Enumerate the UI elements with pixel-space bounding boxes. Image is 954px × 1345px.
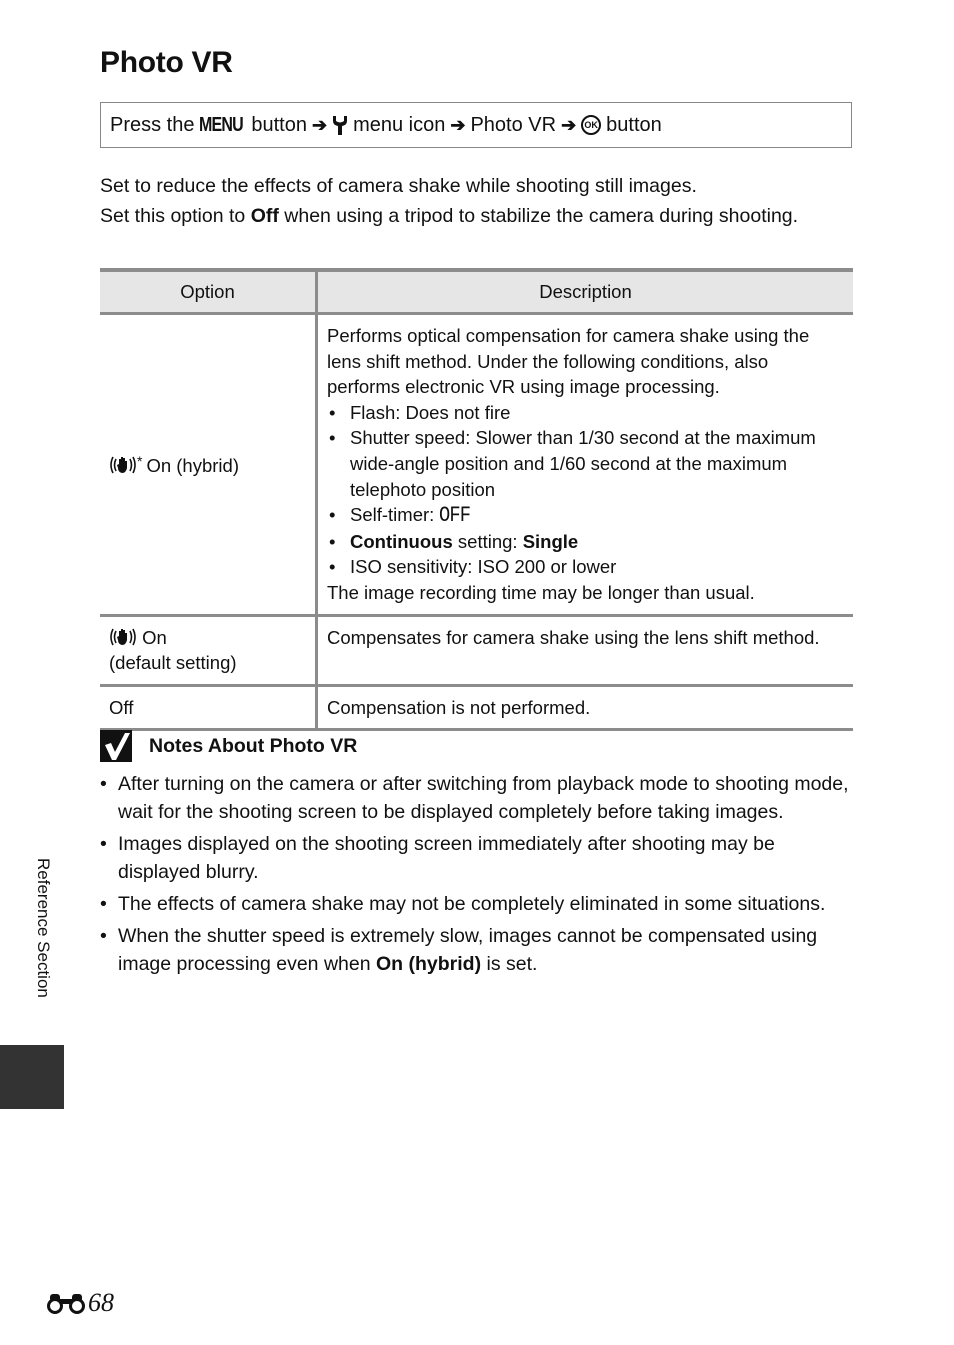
list-item: ISO sensitivity: ISO 200 or lower bbox=[327, 554, 844, 580]
list-item-text: setting: bbox=[452, 530, 523, 552]
checkmark-icon bbox=[100, 730, 132, 762]
table-header-row: Option Description bbox=[100, 268, 853, 315]
section-side-label: Reference Section bbox=[34, 858, 53, 998]
list-item: Continuous setting: Single bbox=[327, 529, 844, 555]
list-item: When the shutter speed is extremely slow… bbox=[100, 922, 855, 978]
list-item-bold: Single bbox=[522, 530, 579, 552]
nav-text: Photo VR bbox=[470, 113, 557, 136]
option-sublabel: (default setting) bbox=[109, 652, 237, 674]
list-item: Self-timer: OFF bbox=[327, 502, 844, 529]
notes-title: Notes About Photo VR bbox=[149, 734, 358, 757]
list-item: Images displayed on the shooting screen … bbox=[100, 830, 855, 886]
list-item-bold: On (hybrid) bbox=[376, 953, 482, 975]
intro-line-1: Set to reduce the effects of camera shak… bbox=[100, 175, 697, 197]
description-outro: The image recording time may be longer t… bbox=[327, 581, 755, 603]
table-row: Off Compensation is not performed. bbox=[100, 685, 853, 732]
nav-text: menu icon bbox=[353, 113, 446, 136]
menu-path-box: Press the MENU button ➔ menu icon ➔ Phot… bbox=[100, 102, 852, 148]
description-intro: Performs optical compensation for camera… bbox=[327, 325, 810, 398]
menu-button-icon: MENU bbox=[199, 113, 244, 136]
vr-on-icon bbox=[110, 628, 136, 645]
nav-text: button bbox=[251, 113, 307, 136]
hybrid-marker: * bbox=[137, 453, 143, 470]
list-item: The effects of camera shake may not be c… bbox=[100, 890, 855, 918]
option-cell: Off bbox=[100, 685, 318, 732]
intro-text-part: Set this option to bbox=[100, 205, 251, 227]
page-number: 68 bbox=[46, 1288, 114, 1318]
arrow-right-icon: ➔ bbox=[311, 114, 328, 135]
description-cell: Compensates for camera shake using the l… bbox=[316, 615, 853, 687]
vr-hybrid-icon bbox=[110, 457, 136, 474]
conditions-list: Flash: Does not fire Shutter speed: Slow… bbox=[327, 400, 844, 580]
page-number-text: 68 bbox=[88, 1288, 114, 1317]
arrow-right-icon: ➔ bbox=[561, 114, 577, 135]
intro-text: Set to reduce the effects of camera shak… bbox=[100, 172, 840, 231]
table-row: On (default setting) Compensates for cam… bbox=[100, 615, 853, 687]
notes-heading: Notes About Photo VR bbox=[100, 730, 357, 762]
header-option: Option bbox=[100, 268, 318, 315]
binoculars-icon bbox=[47, 1294, 85, 1314]
list-item-text: is set. bbox=[481, 953, 538, 975]
options-table: Option Description * On (hybrid) Performs… bbox=[100, 268, 853, 732]
option-cell: * On (hybrid) bbox=[100, 313, 318, 617]
intro-line-2: Set this option to Off when using a trip… bbox=[100, 202, 840, 231]
list-item: Shutter speed: Slower than 1/30 second a… bbox=[327, 425, 844, 502]
header-description: Description bbox=[316, 268, 853, 315]
ok-button-icon: OK bbox=[581, 115, 602, 135]
intro-text-part: when using a tripod to stabilize the cam… bbox=[278, 205, 799, 227]
list-item: Flash: Does not fire bbox=[327, 400, 844, 426]
section-tab-marker bbox=[0, 1045, 64, 1109]
list-item-text: Self-timer: bbox=[350, 504, 440, 526]
list-item: After turning on the camera or after swi… bbox=[100, 770, 855, 826]
description-cell: Compensation is not performed. bbox=[316, 685, 853, 732]
description-cell: Performs optical compensation for camera… bbox=[316, 313, 853, 617]
nav-text: button bbox=[606, 113, 662, 136]
table-row: * On (hybrid) Performs optical compensati… bbox=[100, 313, 853, 617]
intro-bold-off: Off bbox=[250, 205, 279, 227]
notes-list: After turning on the camera or after swi… bbox=[100, 770, 855, 982]
self-timer-off-icon: OFF bbox=[439, 503, 471, 529]
option-label: On bbox=[142, 626, 167, 648]
page-title: Photo VR bbox=[100, 46, 233, 79]
arrow-right-icon: ➔ bbox=[450, 114, 466, 135]
list-item-bold: Continuous bbox=[350, 530, 453, 552]
wrench-setup-icon bbox=[333, 116, 348, 135]
option-cell: On (default setting) bbox=[100, 615, 318, 687]
nav-text: Press the bbox=[110, 113, 195, 136]
option-label: On (hybrid) bbox=[146, 455, 239, 477]
